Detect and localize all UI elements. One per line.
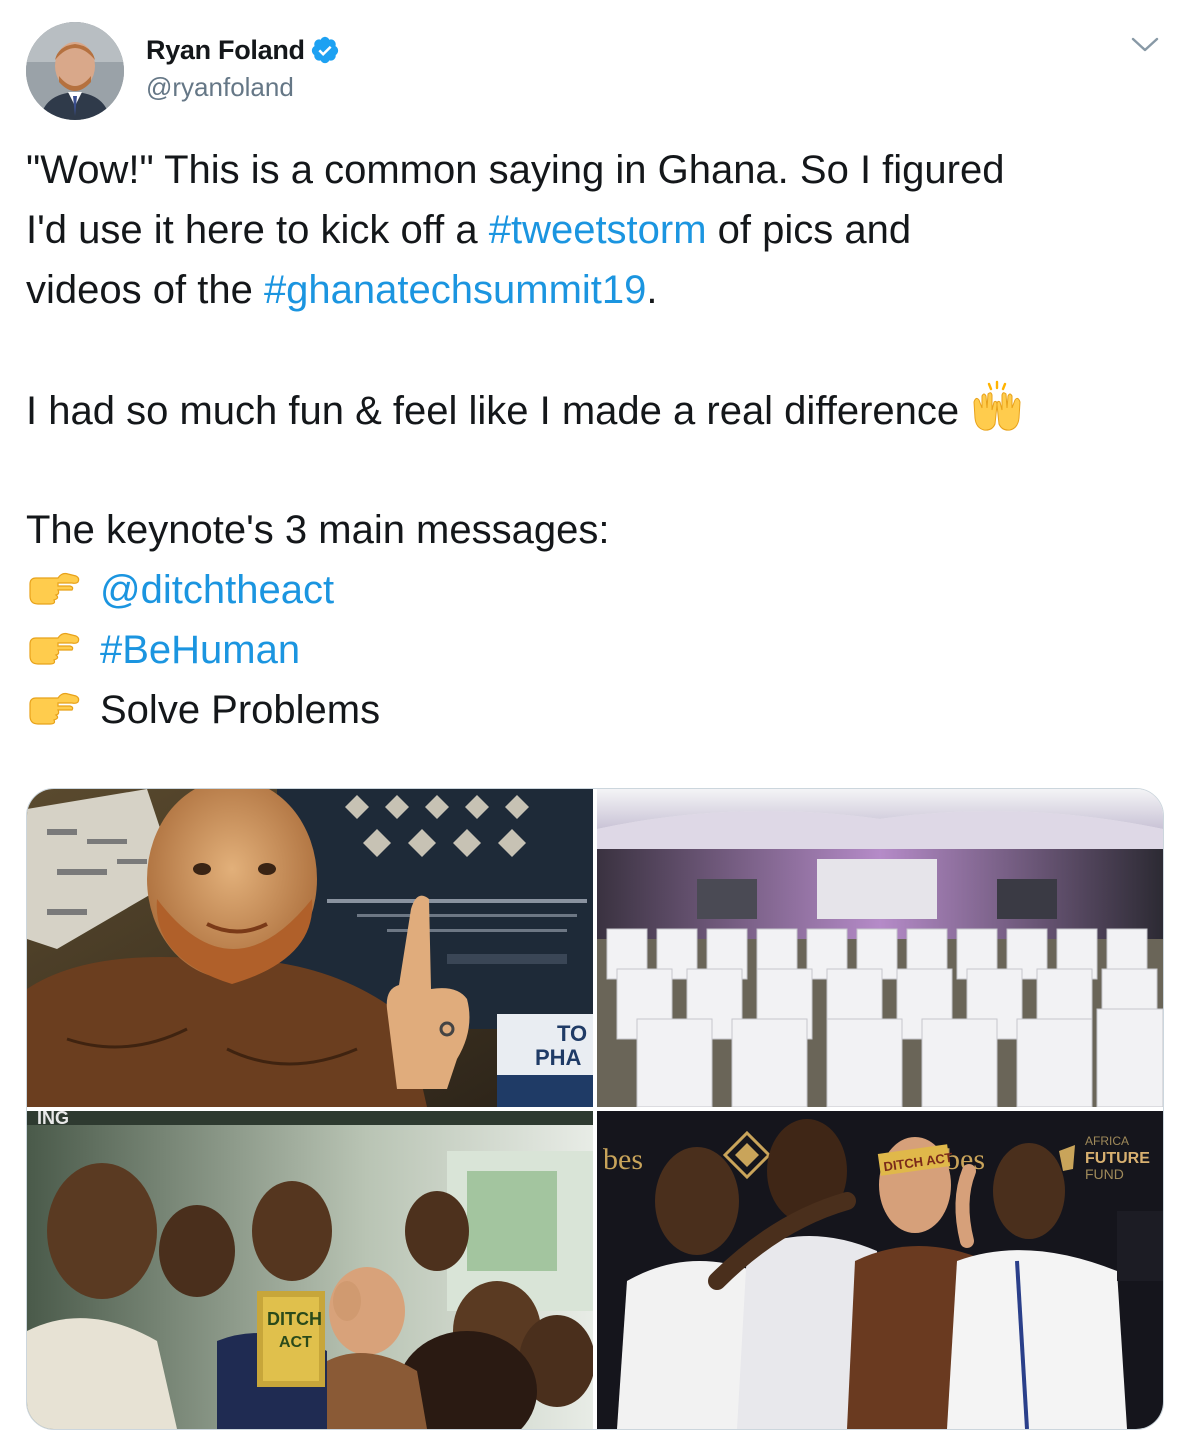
author-handle[interactable]: @ryanfoland [146,72,294,103]
banner-text: ING [37,1111,69,1128]
profile-photo-icon [26,22,124,120]
tweet-line-2-end: of pics and [706,208,912,252]
sign-text-to: TO [557,1021,587,1046]
pointing-right-emoji-icon [29,572,80,605]
event-tent-image [597,789,1163,1107]
tweet-line-1: "Wow!" This is a common saying in Ghana.… [26,148,1005,192]
tweet-line-5: The keynote's 3 main messages: [26,508,610,552]
backdrop-future: FUTURE [1085,1150,1150,1167]
tweet-line-3-end: . [646,268,658,312]
book-title-ditch: DITCH [267,1309,322,1329]
raising-hands-emoji-icon [973,380,1021,431]
backdrop-fund: FUND [1085,1166,1124,1182]
tweet-line-3-start: videos of the [26,268,264,312]
pointing-right-emoji-icon [29,632,80,665]
chevron-down-icon[interactable] [1130,34,1160,56]
avatar[interactable] [26,22,124,120]
media-grid: TO PHA ING DITCH ACT bes bes AFRICA FUTU… [26,788,1164,1430]
mention-ditchtheact-link[interactable]: @ditchtheact [100,560,334,620]
group-pointing-image: bes bes AFRICA FUTURE FUND DITCH ACT [597,1111,1163,1429]
verified-badge-icon [311,36,338,64]
photo-group-pointing[interactable]: bes bes AFRICA FUTURE FUND DITCH ACT [597,1111,1163,1429]
hashtag-ghanatechsummit-link[interactable]: #ghanatechsummit19 [264,268,646,312]
photo-selfie-pointing[interactable]: TO PHA [27,789,593,1107]
selfie-pointing-image: TO PHA [27,789,593,1107]
photo-group-selfie-book[interactable]: ING DITCH ACT [27,1111,593,1429]
hashtag-behuman-link[interactable]: #BeHuman [100,620,300,680]
tweet-card: Ryan Foland @ryanfoland "Wow!" This is a… [0,0,1180,1446]
tweet-line-2-start: I'd use it here to kick off a [26,208,489,252]
author-name-row[interactable]: Ryan Foland [146,30,340,70]
pointing-right-emoji-icon [29,692,80,725]
backdrop-bes-1: bes [603,1143,643,1176]
tweet-line-4: I had so much fun & feel like I made a r… [26,380,1166,440]
tweet-text: "Wow!" This is a common saying in Ghana.… [26,140,1166,740]
photo-empty-event-tent[interactable] [597,789,1163,1107]
group-selfie-image: ING DITCH ACT [27,1111,593,1429]
message-solve-problems: Solve Problems [100,688,381,732]
book-title-act: ACT [279,1334,312,1351]
sign-text-pha: PHA [535,1045,582,1070]
display-name[interactable]: Ryan Foland [146,35,305,66]
message-point-3: Solve Problems [26,680,1166,740]
hashtag-tweetstorm-link[interactable]: #tweetstorm [489,208,707,252]
tweet-line-3: videos of the #ghanatechsummit19. [26,260,1166,320]
message-point-1: @ditchtheact [26,560,1166,620]
tweet-line-4-text: I had so much fun & feel like I made a r… [26,389,971,433]
tweet-line-2: I'd use it here to kick off a #tweetstor… [26,200,1166,260]
backdrop-africa: AFRICA [1085,1134,1129,1148]
message-point-2: #BeHuman [26,620,1166,680]
